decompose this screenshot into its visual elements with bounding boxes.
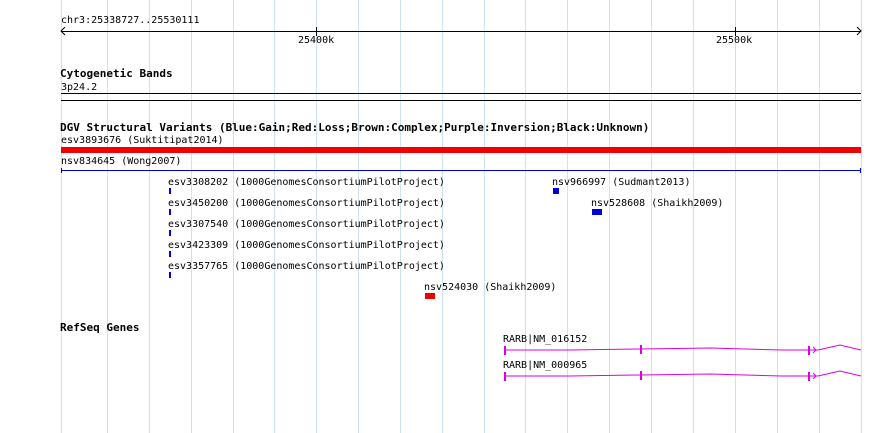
variant-mark-esv3450200[interactable]: [169, 209, 171, 215]
variant-line-nsv834645[interactable]: [61, 170, 861, 171]
ruler-location: chr3:25338727..25530111: [61, 15, 200, 26]
variant-mark-esv3423309[interactable]: [169, 251, 171, 257]
variant-label-nsv834645[interactable]: nsv834645 (Wong2007): [61, 156, 181, 167]
grid-line: [233, 0, 234, 433]
variant-mark-nsv528608[interactable]: [592, 209, 602, 215]
grid-line: [316, 0, 317, 433]
variant-label-esv3450200[interactable]: esv3450200 (1000GenomesConsortiumPilotPr…: [168, 198, 445, 209]
variant-label-esv3423309[interactable]: esv3423309 (1000GenomesConsortiumPilotPr…: [168, 240, 445, 251]
variant-line-end-tick: [860, 168, 861, 173]
gene-model-nm016152[interactable]: [500, 342, 862, 358]
genome-browser-panel: chr3:25338727..25530111 25400k 25500k Cy…: [0, 0, 890, 433]
grid-line: [484, 0, 485, 433]
ruler-tick-label: 25400k: [298, 35, 335, 46]
refseq-track-title: RefSeq Genes: [60, 321, 140, 334]
grid-line: [107, 0, 108, 433]
variant-label-esv3307540[interactable]: esv3307540 (1000GenomesConsortiumPilotPr…: [168, 219, 445, 230]
grid-line: [400, 0, 401, 433]
variant-label-nsv528608[interactable]: nsv528608 (Shaikh2009): [591, 198, 723, 209]
grid-line: [191, 0, 192, 433]
variant-line-start-tick: [61, 168, 62, 173]
grid-line: [61, 0, 62, 433]
cytoband-bar-top: [61, 93, 861, 94]
variant-label-esv3308202[interactable]: esv3308202 (1000GenomesConsortiumPilotPr…: [168, 177, 445, 188]
variant-label-nsv524030[interactable]: nsv524030 (Shaikh2009): [424, 282, 556, 293]
variant-mark-esv3308202[interactable]: [169, 188, 171, 194]
cytoband-bar-bottom: [61, 100, 861, 101]
variant-label-nsv966997[interactable]: nsv966997 (Sudmant2013): [552, 177, 690, 188]
gene-model-nm000965[interactable]: [500, 368, 862, 384]
grid-line: [149, 0, 150, 433]
ruler-line: [61, 31, 861, 32]
cytoband-track-title: Cytogenetic Bands: [60, 67, 173, 80]
variant-bar-esv3893676[interactable]: [61, 147, 861, 153]
ruler-left-arrow: [60, 27, 66, 36]
variant-mark-nsv524030[interactable]: [425, 293, 435, 299]
ruler-right-arrow: [856, 27, 862, 36]
grid-line: [442, 0, 443, 433]
grid-line: [274, 0, 275, 433]
variant-mark-nsv966997[interactable]: [553, 188, 559, 194]
variant-label-esv3357765[interactable]: esv3357765 (1000GenomesConsortiumPilotPr…: [168, 261, 445, 272]
ruler-tick-label: 25500k: [716, 35, 753, 46]
grid-line: [358, 0, 359, 433]
dgv-track-title: DGV Structural Variants (Blue:Gain;Red:L…: [60, 121, 650, 134]
cytoband-label: 3p24.2: [61, 82, 98, 93]
variant-mark-esv3357765[interactable]: [169, 272, 171, 278]
variant-mark-esv3307540[interactable]: [169, 230, 171, 236]
variant-label-esv3893676[interactable]: esv3893676 (Suktitipat2014): [61, 135, 224, 146]
